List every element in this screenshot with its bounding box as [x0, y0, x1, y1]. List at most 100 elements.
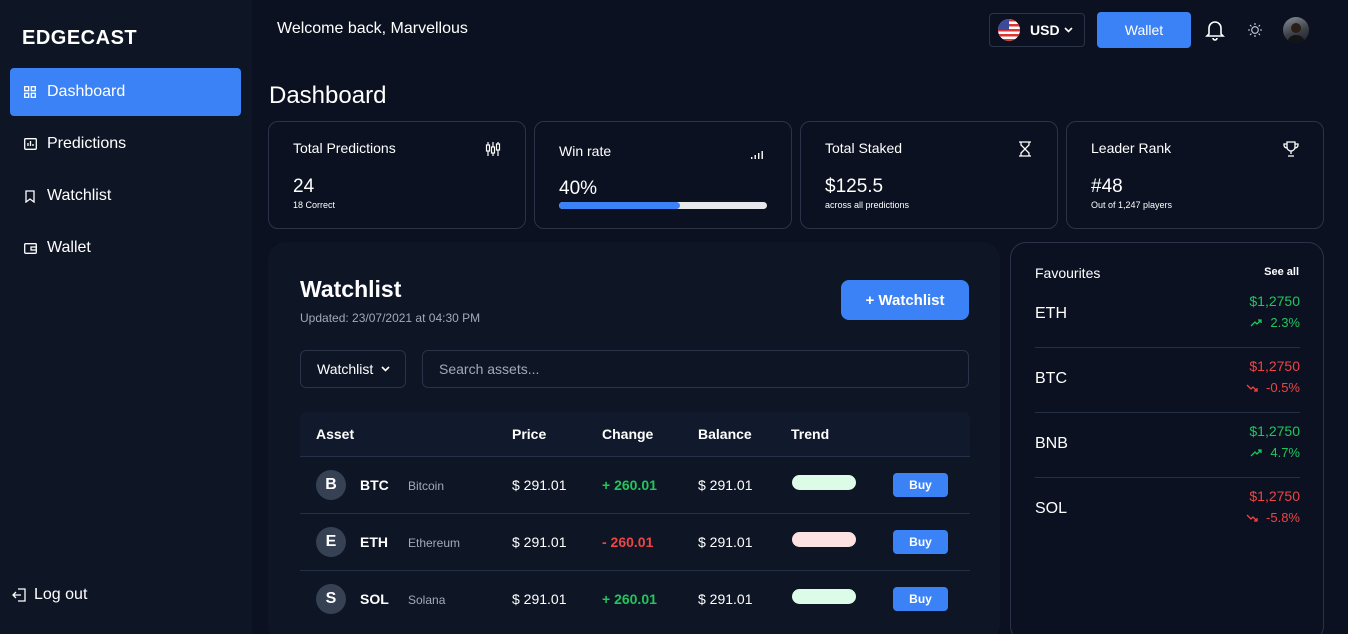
table-row[interactable]: E ETH Ethereum $ 291.01 - 260.01 $ 291.0… — [300, 513, 970, 570]
stat-value: 24 — [293, 176, 315, 197]
stat-title: Leader Rank — [1091, 140, 1172, 156]
grid-icon — [23, 85, 37, 99]
welcome-message: Welcome back, Marvellous — [277, 20, 468, 37]
favourite-change-value: 2.3% — [1270, 315, 1300, 330]
trophy-icon — [1283, 141, 1299, 157]
coin-avatar: E — [316, 527, 346, 557]
stat-subtext: 18 Correct — [293, 200, 336, 210]
coin-avatar: S — [316, 584, 346, 614]
winrate-progress-bar — [559, 202, 767, 209]
watchlist-panel: Watchlist Updated: 23/07/2021 at 04:30 P… — [268, 242, 1000, 634]
currency-value: USD — [1030, 22, 1060, 38]
stat-title: Total Staked — [825, 140, 903, 156]
favourite-change-value: 4.7% — [1270, 445, 1300, 460]
coin-avatar: B — [316, 470, 346, 500]
column-balance: Balance — [698, 426, 752, 442]
column-change: Change — [602, 426, 654, 442]
sidebar-item-label: Watchlist — [47, 187, 112, 204]
stat-card-predictions: Total Predictions 24 18 Correct — [268, 121, 526, 229]
favourite-symbol: BTC — [1035, 370, 1067, 387]
sun-icon[interactable] — [1247, 22, 1263, 38]
page-title: Dashboard — [269, 82, 387, 109]
asset-price: $ 291.01 — [512, 591, 567, 607]
favourite-price: $1,2750 — [1249, 488, 1300, 504]
bookmark-icon — [23, 189, 37, 203]
buy-button[interactable]: Buy — [893, 587, 948, 611]
stat-title: Total Predictions — [293, 140, 396, 156]
chevron-down-icon — [1063, 25, 1073, 36]
progress-fill — [559, 202, 680, 209]
asset-balance: $ 291.01 — [698, 591, 753, 607]
trend-indicator — [792, 532, 856, 547]
asset-symbol: BTC — [360, 477, 389, 493]
favourite-price: $1,2750 — [1249, 293, 1300, 309]
stat-value: $125.5 — [825, 176, 884, 197]
sidebar-item-watchlist[interactable]: Watchlist — [10, 172, 241, 220]
asset-name: Ethereum — [408, 536, 461, 550]
bell-icon[interactable] — [1205, 19, 1225, 41]
sidebar-item-wallet[interactable]: Wallet — [10, 224, 241, 272]
favourite-change: 2.3% — [1250, 315, 1300, 330]
logout-icon — [12, 588, 26, 602]
add-watchlist-button[interactable]: + Watchlist — [841, 280, 969, 320]
hourglass-icon — [1017, 141, 1033, 157]
trend-down-icon — [1246, 514, 1258, 522]
asset-symbol: SOL — [360, 591, 389, 607]
sidebar-item-predictions[interactable]: Predictions — [10, 120, 241, 168]
chart-icon — [23, 137, 37, 151]
asset-change: + 260.01 — [602, 591, 657, 607]
asset-symbol: ETH — [360, 534, 388, 550]
buy-button[interactable]: Buy — [893, 473, 948, 497]
avatar[interactable] — [1283, 17, 1309, 43]
watchlist-title: Watchlist — [300, 276, 402, 302]
favourite-item[interactable]: BNB $1,2750 4.7% — [1035, 413, 1300, 478]
favourite-symbol: BNB — [1035, 435, 1068, 452]
stat-title: Win rate — [559, 143, 612, 159]
watchlist-updated: Updated: 23/07/2021 at 04:30 PM — [300, 311, 481, 325]
see-all-link[interactable]: See all — [1264, 266, 1299, 278]
stat-card-rank: Leader Rank #48 Out of 1,247 players — [1066, 121, 1324, 229]
asset-change: - 260.01 — [602, 534, 654, 550]
chevron-down-icon — [381, 363, 390, 375]
favourite-item[interactable]: SOL $1,2750 -5.8% — [1035, 478, 1300, 543]
table-row[interactable]: B BTC Bitcoin $ 291.01 + 260.01 $ 291.01… — [300, 456, 970, 513]
currency-selector[interactable]: USD — [989, 13, 1085, 47]
sidebar-item-label: Predictions — [47, 135, 127, 152]
sidebar-item-label: Dashboard — [47, 83, 126, 100]
column-price: Price — [512, 426, 547, 442]
signal-icon — [751, 146, 767, 162]
asset-change: + 260.01 — [602, 477, 657, 493]
asset-balance: $ 291.01 — [698, 534, 753, 550]
wallet-button[interactable]: Wallet — [1097, 12, 1191, 48]
sidebar-item-dashboard[interactable]: Dashboard — [10, 68, 241, 116]
favourite-symbol: ETH — [1035, 305, 1067, 322]
asset-balance: $ 291.01 — [698, 477, 753, 493]
asset-name: Bitcoin — [408, 479, 445, 493]
buy-button[interactable]: Buy — [893, 530, 948, 554]
stat-subtext: Out of 1,247 players — [1091, 200, 1173, 210]
sliders-icon — [485, 141, 501, 157]
wallet-icon — [23, 241, 37, 255]
select-value: Watchlist — [317, 361, 374, 377]
asset-price: $ 291.01 — [512, 477, 567, 493]
favourite-price: $1,2750 — [1249, 423, 1300, 439]
favourite-change: -5.8% — [1246, 510, 1300, 525]
column-trend: Trend — [791, 426, 830, 442]
table-header: Asset Price Change Balance Trend — [300, 412, 970, 456]
asset-name: Solana — [408, 593, 446, 607]
asset-price: $ 291.01 — [512, 534, 567, 550]
favourite-symbol: SOL — [1035, 500, 1068, 517]
favourite-item[interactable]: BTC $1,2750 -0.5% — [1035, 348, 1300, 413]
favourite-item[interactable]: ETH $1,2750 2.3% — [1035, 283, 1300, 348]
favourites-title: Favourites — [1035, 265, 1101, 281]
watchlist-select[interactable]: Watchlist — [300, 350, 406, 388]
table-row[interactable]: S SOL Solana $ 291.01 + 260.01 $ 291.01 … — [300, 570, 970, 627]
search-input[interactable] — [422, 350, 969, 388]
trend-up-icon — [1250, 318, 1263, 326]
logout-button[interactable]: Log out — [12, 586, 87, 604]
sidebar-item-label: Wallet — [47, 239, 91, 256]
favourite-change: -0.5% — [1246, 380, 1300, 395]
column-asset: Asset — [316, 426, 355, 442]
stat-card-staked: Total Staked $125.5 across all predictio… — [800, 121, 1058, 229]
brand-logo: EDGECAST — [22, 27, 138, 49]
